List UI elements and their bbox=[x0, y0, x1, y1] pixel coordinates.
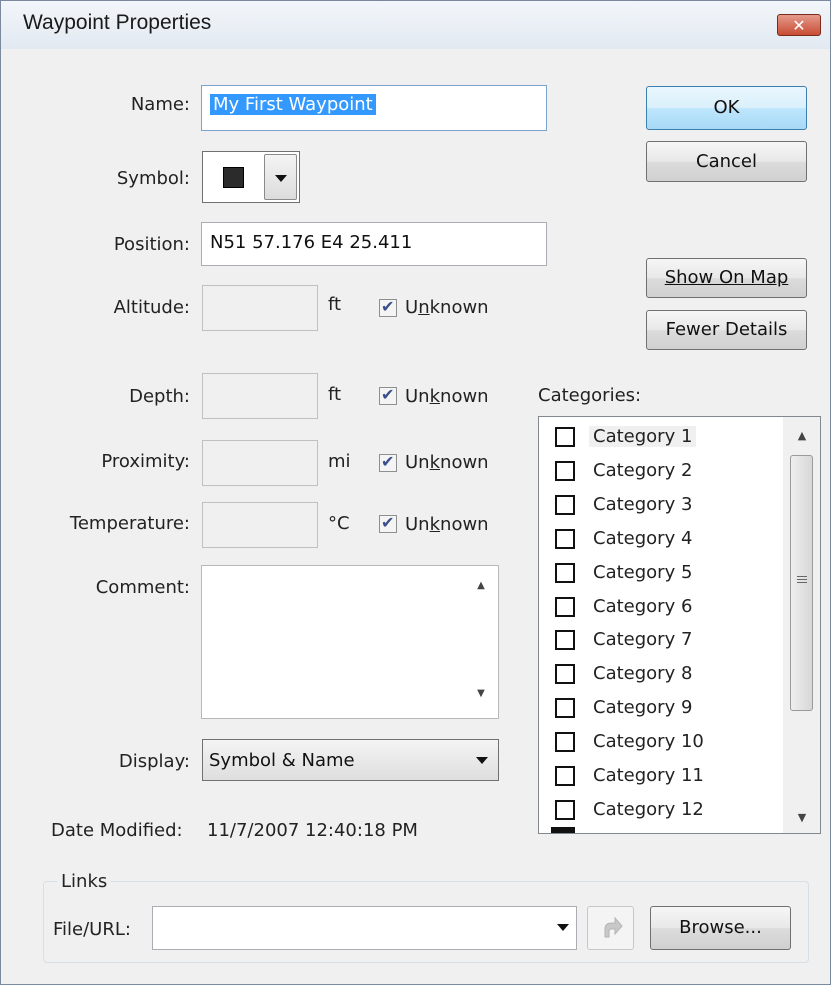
depth-unit: ft bbox=[328, 384, 342, 405]
category-label: Category 11 bbox=[593, 765, 704, 786]
position-label: Position: bbox=[113, 234, 190, 255]
file-url-label: File/URL: bbox=[53, 919, 131, 940]
category-checkbox[interactable] bbox=[555, 698, 575, 719]
category-label: Category 10 bbox=[593, 731, 704, 753]
temperature-input[interactable] bbox=[202, 502, 318, 548]
category-checkbox[interactable] bbox=[555, 766, 575, 786]
go-to-link-button[interactable] bbox=[587, 906, 634, 950]
display-select[interactable]: Symbol & Name bbox=[202, 739, 499, 781]
temperature-label: Temperature: bbox=[69, 513, 190, 534]
symbol-dropdown-button[interactable] bbox=[264, 154, 297, 200]
temperature-unknown-label: Unknown bbox=[405, 514, 489, 535]
close-button[interactable]: ✕ bbox=[777, 14, 821, 36]
show-on-map-button[interactable]: Show On Map bbox=[646, 258, 807, 298]
category-label: Category 1 bbox=[589, 426, 697, 447]
category-checkbox[interactable] bbox=[555, 596, 575, 617]
category-checkbox[interactable] bbox=[555, 427, 575, 447]
category-label: Category 12 bbox=[593, 798, 704, 820]
category-checkbox[interactable] bbox=[555, 799, 575, 820]
scroll-down-icon[interactable]: ▼ bbox=[472, 688, 490, 699]
waypoint-properties-dialog: Waypoint Properties ✕ Name: My First Way… bbox=[0, 0, 831, 985]
chevron-down-icon bbox=[275, 175, 287, 182]
show-on-map-label: Show On Map bbox=[664, 267, 789, 288]
altitude-label: Altitude: bbox=[113, 297, 190, 318]
categories-scrollbar[interactable]: ▲ ▼ bbox=[783, 417, 820, 833]
display-select-value: Symbol & Name bbox=[209, 750, 355, 771]
dialog-title: Waypoint Properties bbox=[23, 11, 212, 34]
category-checkbox[interactable] bbox=[555, 630, 575, 651]
category-label: Category 7 bbox=[593, 629, 693, 651]
proximity-unknown-checkbox[interactable] bbox=[379, 452, 397, 472]
altitude-input[interactable] bbox=[202, 285, 318, 331]
depth-unknown-checkbox[interactable] bbox=[379, 385, 397, 405]
proximity-label: Proximity: bbox=[101, 451, 190, 472]
category-checkbox[interactable] bbox=[555, 732, 575, 753]
partial-checkbox bbox=[551, 827, 575, 833]
name-input-value: My First Waypoint bbox=[210, 94, 376, 115]
proximity-input[interactable] bbox=[202, 440, 318, 486]
category-label: Category 2 bbox=[593, 459, 693, 481]
comment-textarea[interactable]: ▲ ▼ bbox=[201, 565, 499, 719]
category-label: Category 6 bbox=[593, 595, 693, 617]
category-checkbox[interactable] bbox=[555, 562, 575, 583]
chevron-down-icon bbox=[476, 757, 488, 764]
category-label: Category 4 bbox=[593, 527, 693, 549]
scroll-up-icon[interactable]: ▲ bbox=[472, 580, 490, 591]
scroll-down-icon[interactable]: ▼ bbox=[793, 811, 811, 824]
name-input[interactable]: My First Waypoint bbox=[201, 85, 547, 131]
date-modified-label: Date Modified: bbox=[51, 820, 183, 841]
name-label: Name: bbox=[130, 94, 190, 115]
comment-label: Comment: bbox=[95, 577, 190, 598]
cancel-button[interactable]: Cancel bbox=[646, 141, 807, 182]
scroll-up-icon[interactable]: ▲ bbox=[793, 429, 811, 442]
symbol-label: Symbol: bbox=[116, 168, 190, 189]
altitude-unknown-checkbox[interactable] bbox=[379, 297, 397, 317]
temperature-unknown-checkbox[interactable] bbox=[379, 513, 397, 533]
grip-icon bbox=[797, 576, 807, 577]
arrow-right-icon bbox=[604, 916, 623, 938]
title-bar: Waypoint Properties ✕ bbox=[1, 1, 830, 49]
date-modified-value: 11/7/2007 12:40:18 PM bbox=[207, 820, 418, 841]
file-url-combobox[interactable] bbox=[152, 906, 577, 950]
symbol-dropdown[interactable] bbox=[202, 151, 300, 203]
fewer-details-button[interactable]: Fewer Details bbox=[646, 310, 807, 350]
black-square-icon bbox=[223, 167, 244, 188]
depth-label: Depth: bbox=[129, 386, 190, 407]
categories-label: Categories: bbox=[538, 385, 642, 406]
links-group-label: Links bbox=[57, 871, 112, 892]
display-label: Display: bbox=[118, 751, 190, 772]
position-input-value: N51 57.176 E4 25.411 bbox=[210, 232, 413, 253]
proximity-unit: mi bbox=[328, 451, 351, 472]
category-label: Category 3 bbox=[593, 493, 693, 515]
scrollbar-thumb[interactable] bbox=[790, 455, 813, 711]
altitude-unit: ft bbox=[328, 294, 342, 315]
position-input[interactable]: N51 57.176 E4 25.411 bbox=[201, 222, 547, 266]
browse-button[interactable]: Browse... bbox=[650, 906, 791, 950]
category-checkbox[interactable] bbox=[555, 664, 575, 685]
temperature-unit: °C bbox=[328, 513, 350, 534]
category-label: Category 9 bbox=[593, 697, 693, 719]
comment-scrollbar[interactable]: ▲ ▼ bbox=[464, 566, 498, 718]
category-checkbox[interactable] bbox=[555, 460, 575, 481]
category-label: Category 5 bbox=[593, 561, 693, 583]
chevron-down-icon[interactable] bbox=[557, 924, 569, 931]
category-checkbox[interactable] bbox=[555, 494, 575, 515]
categories-list: Category 1 Category 2 Category 3 Category 4… bbox=[538, 416, 821, 834]
altitude-unknown-label: Unknown bbox=[405, 297, 489, 318]
proximity-unknown-label: Unknown bbox=[405, 452, 489, 473]
depth-input[interactable] bbox=[202, 373, 318, 419]
depth-unknown-label: Unknown bbox=[405, 386, 489, 407]
ok-button[interactable]: OK bbox=[646, 86, 807, 130]
close-icon: ✕ bbox=[792, 16, 806, 35]
category-checkbox[interactable] bbox=[555, 528, 575, 549]
category-label: Category 8 bbox=[593, 663, 693, 685]
